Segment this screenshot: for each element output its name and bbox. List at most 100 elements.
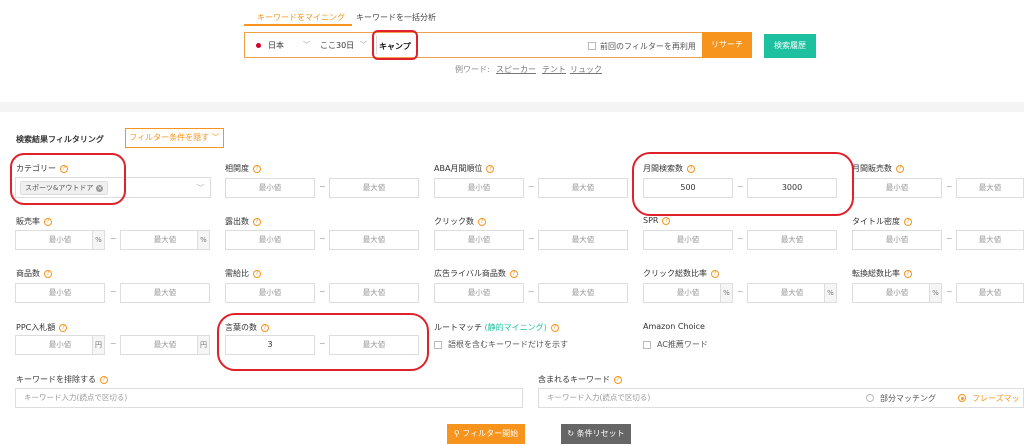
- clicks-max-input[interactable]: 最大値: [538, 230, 628, 250]
- root-match-checkbox: [434, 340, 442, 349]
- country-select[interactable]: 日本: [268, 40, 284, 51]
- tab-active-underline: [244, 24, 352, 26]
- amazon-choice-checkbox-row[interactable]: AC推薦ワード: [643, 339, 708, 350]
- aba-rank-max-input[interactable]: 最大値: [538, 178, 628, 198]
- ac-checkbox: [643, 340, 651, 349]
- filter-label-ppc-bid: PPC入札額?: [16, 322, 68, 333]
- monthly-sales-max-input[interactable]: 最大値: [956, 178, 1024, 198]
- title-density-min-input[interactable]: 最小値: [852, 230, 942, 250]
- correlation-min-input[interactable]: 最小値: [225, 178, 315, 198]
- help-icon: ?: [253, 217, 261, 226]
- tab-keyword-mining[interactable]: キーワードをマイニング: [257, 12, 345, 23]
- range-dash: ~: [737, 234, 744, 243]
- range-dash: ~: [528, 182, 535, 191]
- help-icon: ?: [711, 269, 719, 278]
- example-link[interactable]: テント: [542, 64, 566, 75]
- conversion-share-min-input[interactable]: 最小値%: [852, 283, 942, 303]
- conversion-share-max-input[interactable]: 最大値: [956, 283, 1024, 303]
- range-dash: ~: [110, 234, 117, 243]
- impressions-max-input[interactable]: 最大値: [329, 230, 419, 250]
- supply-demand-min-input[interactable]: 最小値: [225, 283, 315, 303]
- ppc-bid-max-input[interactable]: 最大値円: [120, 335, 210, 355]
- product-count-min-input[interactable]: 最小値: [15, 283, 105, 303]
- spr-max-input[interactable]: 最大値: [747, 230, 837, 250]
- filter-label-exclude: キーワードを排除する?: [16, 374, 108, 385]
- help-icon: ?: [904, 269, 912, 278]
- hide-filter-button[interactable]: フィルター条件を隠す ﹀: [125, 128, 224, 148]
- ppc-bid-min-input[interactable]: 最小値円: [15, 335, 105, 355]
- reset-conditions-button[interactable]: ↻ 条件リセット: [561, 424, 631, 444]
- range-dash: ~: [110, 287, 117, 296]
- filter-label-clicks: クリック数?: [434, 216, 486, 227]
- reuse-filter-checkbox[interactable]: [588, 42, 596, 50]
- partial-match-radio[interactable]: [866, 394, 874, 402]
- click-share-max-input[interactable]: 最大値%: [747, 283, 837, 303]
- help-icon: ?: [550, 323, 559, 332]
- sales-rate-max-input[interactable]: 最大値%: [120, 230, 210, 250]
- partial-match-label: 部分マッチング: [880, 394, 936, 403]
- annotation-keyword-highlight: [372, 30, 418, 60]
- phrase-match-radio[interactable]: [958, 394, 966, 402]
- chevron-down-icon[interactable]: ﹀: [303, 40, 310, 50]
- chevron-down-icon: ﹀: [197, 184, 204, 192]
- range-dash: ~: [946, 182, 953, 191]
- reuse-filter-label: 前回のフィルターを再利用: [600, 42, 696, 51]
- example-link[interactable]: リュック: [570, 64, 602, 75]
- root-match-checkbox-row[interactable]: 語根を含むキーワードだけを示す: [434, 339, 568, 350]
- phrase-match-label: フレーズマッ: [972, 394, 1020, 403]
- filter-label-correlation: 相関度?: [225, 163, 261, 174]
- help-icon: ?: [44, 269, 52, 278]
- research-button[interactable]: リサーチ: [702, 32, 752, 58]
- monthly-sales-min-input[interactable]: 最小値: [852, 178, 942, 198]
- help-icon: ?: [896, 164, 904, 173]
- title-density-max-input[interactable]: 最大値: [956, 230, 1024, 250]
- filter-label-conversion-share: 転換総数比率?: [852, 268, 912, 279]
- impressions-min-input[interactable]: 最小値: [225, 230, 315, 250]
- filter-label-ad-competitors: 広告ライバル商品数?: [434, 268, 518, 279]
- japan-flag-icon: [256, 43, 261, 48]
- search-history-button[interactable]: 検索履歴: [764, 34, 816, 58]
- tab-bulk-analysis[interactable]: キーワードを一括分析: [356, 12, 436, 23]
- product-count-max-input[interactable]: 最大値: [120, 283, 210, 303]
- ad-competitors-max-input[interactable]: 最大値: [538, 283, 628, 303]
- ad-competitors-min-input[interactable]: 最小値: [434, 283, 524, 303]
- filter-label-spr: SPR?: [643, 216, 671, 225]
- sales-rate-min-input[interactable]: 最小値%: [15, 230, 105, 250]
- chevron-down-icon[interactable]: ﹀: [360, 40, 367, 50]
- range-dash: ~: [319, 182, 326, 191]
- range-dash: ~: [528, 234, 535, 243]
- filter-label-include: 含まれるキーワード?: [538, 374, 622, 385]
- period-select[interactable]: ここ30日: [320, 40, 354, 51]
- aba-rank-min-input[interactable]: 最小値: [434, 178, 524, 198]
- annotation-category-highlight: [10, 153, 126, 205]
- help-icon: ?: [662, 216, 671, 225]
- filter-label-root-match: ルートマッチ (静的マイニング)?: [434, 322, 559, 333]
- click-share-min-input[interactable]: 最小値%: [643, 283, 733, 303]
- help-icon: ?: [486, 164, 495, 173]
- example-link[interactable]: スピーカー: [496, 64, 536, 75]
- clicks-min-input[interactable]: 最小値: [434, 230, 524, 250]
- include-keyword-input[interactable]: キーワード入力(読点で区切る): [538, 388, 1024, 408]
- exclude-keyword-input[interactable]: キーワード入力(読点で区切る): [15, 388, 523, 408]
- range-dash: ~: [110, 339, 117, 348]
- range-dash: ~: [319, 234, 326, 243]
- annotation-monthly-search-highlight: [632, 152, 854, 216]
- help-icon: ?: [253, 269, 261, 278]
- spr-min-input[interactable]: 最小値: [643, 230, 733, 250]
- range-dash: ~: [737, 287, 744, 296]
- examples-label: 例ワード:: [455, 65, 490, 74]
- filter-label-monthly-sales: 月間販売数?: [852, 163, 904, 174]
- search-bar: 日本 ﹀ ここ30日 ﹀ 前回のフィルターを再利用: [244, 32, 702, 58]
- filter-label-amazon-choice: Amazon Choice: [643, 322, 705, 331]
- divider: [0, 102, 1024, 112]
- correlation-max-input[interactable]: 最大値: [329, 178, 419, 198]
- help-icon: ?: [478, 217, 486, 226]
- help-icon: ?: [59, 323, 68, 332]
- filter-label-aba-rank: ABA月間順位?: [434, 163, 495, 174]
- help-icon: ?: [253, 164, 261, 173]
- help-icon: ?: [100, 375, 108, 384]
- apply-filter-button[interactable]: ⚲ フィルター開始: [447, 424, 525, 444]
- supply-demand-max-input[interactable]: 最大値: [329, 283, 419, 303]
- help-icon: ?: [614, 375, 622, 384]
- filter-label-sales-rate: 販売率?: [16, 216, 52, 227]
